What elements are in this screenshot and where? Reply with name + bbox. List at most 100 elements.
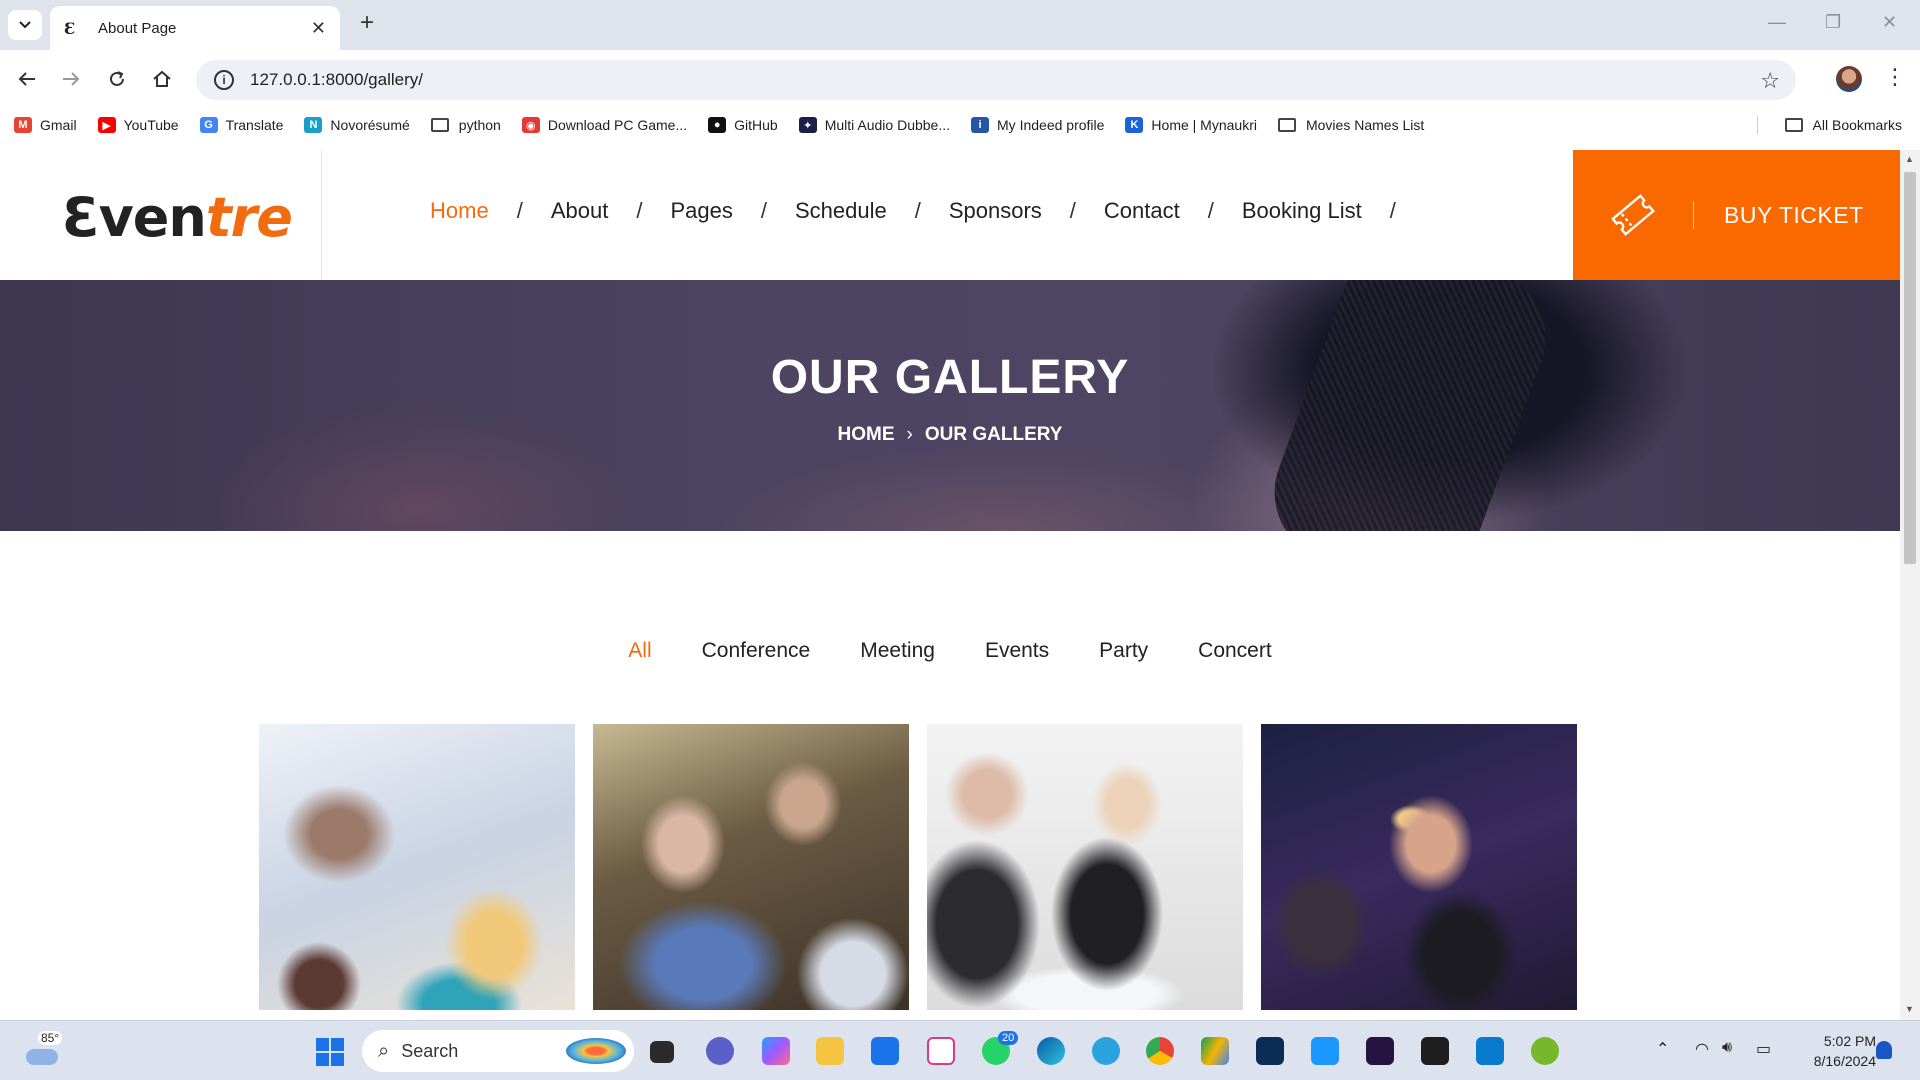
breadcrumb-separator-icon: ›: [906, 424, 913, 445]
indeed-icon: i: [971, 117, 990, 133]
site-logo[interactable]: Ɛventre: [62, 186, 293, 249]
utorrent-icon[interactable]: [1531, 1037, 1559, 1065]
weather-widget[interactable]: 85°: [22, 1031, 63, 1071]
nav-item-contact[interactable]: Contact: [1104, 198, 1180, 224]
bookmark-label: My Indeed profile: [997, 117, 1105, 133]
gallery-image-business-team[interactable]: [927, 724, 1243, 1010]
notification-bell-icon[interactable]: [1876, 1041, 1892, 1059]
start-button[interactable]: [316, 1038, 344, 1066]
breadcrumb-home-link[interactable]: HOME: [838, 424, 895, 445]
gallery-image-party[interactable]: [1261, 724, 1577, 1010]
scroll-up-icon[interactable]: ▲: [1905, 154, 1914, 164]
back-button[interactable]: [14, 66, 40, 92]
bookmark-item[interactable]: Movies Names List: [1277, 117, 1424, 133]
folder-icon: [430, 118, 449, 132]
bookmark-item[interactable]: K Home | Mynaukri: [1125, 117, 1257, 133]
bookmark-item[interactable]: M Gmail: [14, 117, 77, 133]
browser-menu-icon[interactable]: ⋮: [1884, 64, 1906, 90]
bookmarks-divider: [1757, 116, 1758, 134]
teams-icon[interactable]: [706, 1037, 734, 1065]
scroll-down-icon[interactable]: ▼: [1905, 1004, 1914, 1014]
bookmark-item[interactable]: python: [430, 117, 501, 133]
snipping-tool-icon[interactable]: [927, 1037, 955, 1065]
restore-button[interactable]: ❐: [1825, 12, 1841, 33]
task-view-icon[interactable]: [650, 1041, 674, 1063]
clock-time: 5:02 PM: [1823, 1033, 1876, 1049]
nav-item-booking-list[interactable]: Booking List: [1242, 198, 1362, 224]
minimize-button[interactable]: —: [1768, 12, 1786, 33]
volume-icon[interactable]: 🔊︎: [1722, 1039, 1732, 1057]
url-text[interactable]: 127.0.0.1:8000/gallery/: [250, 70, 423, 90]
bookmark-item[interactable]: ▶ YouTube: [97, 117, 179, 133]
site-info-icon[interactable]: i: [214, 70, 234, 90]
copilot-icon[interactable]: [762, 1037, 790, 1065]
chrome-icon[interactable]: [1146, 1037, 1174, 1065]
site-header: Ɛventre Home / About / Pages / Schedule / Sponso…: [0, 150, 1900, 280]
gallery-filter-tabs: All Conference Meeting Events Party Concert: [0, 639, 1900, 663]
clock-date: 8/16/2024: [1813, 1053, 1876, 1069]
page-scrollbar[interactable]: ▲ ▼: [1900, 150, 1920, 1020]
naukri-icon: K: [1125, 117, 1144, 133]
bookmark-item[interactable]: ● GitHub: [708, 117, 778, 133]
filter-tab-party[interactable]: Party: [1099, 639, 1148, 663]
reload-button[interactable]: [104, 66, 130, 92]
new-tab-button[interactable]: +: [352, 8, 382, 38]
bookmark-label: Novorésumé: [330, 117, 410, 133]
vscode-icon[interactable]: [1476, 1037, 1504, 1065]
disney-plus-icon[interactable]: [1256, 1037, 1284, 1065]
bookmark-item[interactable]: ✦ Multi Audio Dubbe...: [798, 117, 950, 133]
microsoft-store-icon[interactable]: [871, 1037, 899, 1065]
battery-icon[interactable]: ▭: [1756, 1039, 1771, 1059]
nav-item-about[interactable]: About: [551, 198, 609, 224]
filter-tab-concert[interactable]: Concert: [1198, 639, 1272, 663]
tab-search-button[interactable]: [8, 10, 42, 40]
home-button[interactable]: [149, 66, 175, 92]
forward-button[interactable]: [58, 66, 84, 92]
system-clock[interactable]: 5:02 PM 8/16/2024: [1796, 1031, 1876, 1071]
google-drive-icon[interactable]: [1201, 1037, 1229, 1065]
close-tab-icon[interactable]: ✕: [311, 18, 326, 39]
taskbar-search[interactable]: ⌕ Search: [362, 1030, 634, 1072]
buy-ticket-button[interactable]: BUY TICKET: [1573, 150, 1900, 280]
nav-separator: /: [914, 198, 921, 223]
bookmark-label: Home | Mynaukri: [1151, 117, 1257, 133]
bookmark-item[interactable]: N Novorésumé: [304, 117, 410, 133]
novoresume-icon: N: [304, 117, 323, 133]
telegram-icon[interactable]: [1092, 1037, 1120, 1065]
wifi-icon[interactable]: ◠: [1695, 1039, 1709, 1059]
filter-tab-meeting[interactable]: Meeting: [860, 639, 935, 663]
close-window-button[interactable]: ✕: [1882, 12, 1897, 33]
bookmark-item[interactable]: G Translate: [199, 117, 283, 133]
os-taskbar: 85° ⌕ Search 20 ⌃ ◠ 🔊︎ ▭ 5:02 PM 8/16/20…: [0, 1020, 1920, 1080]
nav-item-sponsors[interactable]: Sponsors: [949, 198, 1042, 224]
file-explorer-icon[interactable]: [816, 1037, 844, 1065]
nav-item-schedule[interactable]: Schedule: [795, 198, 887, 224]
amazon-music-icon[interactable]: [1366, 1037, 1394, 1065]
edge-icon[interactable]: [1037, 1037, 1065, 1065]
scroll-thumb[interactable]: [1904, 172, 1916, 564]
bookmark-item[interactable]: ◉ Download PC Game...: [521, 117, 687, 133]
nav-item-home[interactable]: Home: [430, 198, 489, 224]
browser-tab-active[interactable]: Ɛ About Page ✕: [50, 6, 340, 50]
bookmark-item[interactable]: i My Indeed profile: [971, 117, 1104, 133]
filter-tab-conference[interactable]: Conference: [702, 639, 811, 663]
youtube-icon: ▶: [97, 117, 116, 133]
nav-item-pages[interactable]: Pages: [670, 198, 732, 224]
all-bookmarks-button[interactable]: All Bookmarks: [1784, 108, 1902, 142]
github-icon: ●: [708, 117, 727, 133]
address-bar[interactable]: i 127.0.0.1:8000/gallery/ ☆: [196, 60, 1796, 100]
gallery-image-conference[interactable]: [259, 724, 575, 1010]
gallery-image-meeting[interactable]: [593, 724, 909, 1010]
filter-tab-all[interactable]: All: [628, 639, 651, 663]
profile-avatar[interactable]: [1836, 66, 1862, 92]
bookmark-star-icon[interactable]: ☆: [1760, 68, 1780, 94]
filter-tab-events[interactable]: Events: [985, 639, 1049, 663]
show-hidden-icons-chevron-icon[interactable]: ⌃: [1656, 1039, 1669, 1059]
breadcrumb-current: OUR GALLERY: [924, 424, 1063, 445]
taskbar-search-placeholder: Search: [401, 1040, 459, 1061]
folder-icon: [1277, 118, 1296, 132]
nav-separator: /: [636, 198, 643, 223]
search-highlight-art: [566, 1038, 626, 1064]
terminal-icon[interactable]: [1421, 1037, 1449, 1065]
prime-video-icon[interactable]: [1311, 1037, 1339, 1065]
